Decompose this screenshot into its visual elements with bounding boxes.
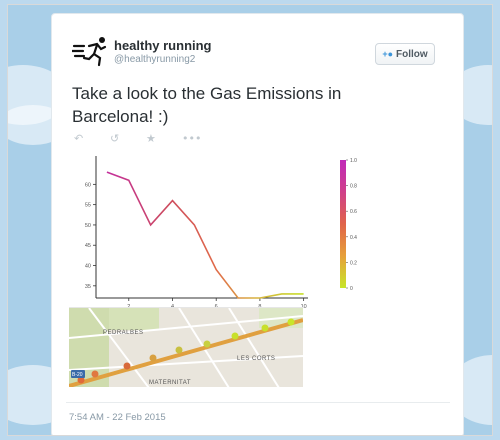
map-label-maternitat: MATERNITAT (149, 380, 191, 386)
favorite-icon[interactable]: ★ (146, 132, 182, 145)
y-tick-label: 35 (85, 284, 91, 290)
map-label-pedralbes: PEDRALBES (103, 330, 144, 336)
tweet-timestamp[interactable]: 7:54 AM - 22 Feb 2015 (69, 412, 166, 423)
colorbar-tick-label: 0 (350, 286, 353, 292)
follow-button[interactable]: +● Follow (375, 43, 435, 65)
colorbar-tick-label: 0.8 (350, 184, 357, 190)
emissions-chart: 3540455055602 4 6 8 10 00.20.40.60.81.0 (85, 156, 357, 310)
map-road-badge: B-20 (72, 372, 83, 378)
more-icon[interactable]: ••• (182, 132, 218, 145)
gas-emissions-map[interactable]: PEDRALBES LES CORTS MATERNITAT B-20 (69, 307, 303, 387)
colorbar-tick-label: 1.0 (350, 158, 357, 164)
tweet-card: healthy running @healthyrunning2 +● Foll… (51, 13, 464, 435)
retweet-icon[interactable]: ↺ (110, 132, 146, 145)
follow-label: Follow (396, 48, 428, 60)
tweet-text: Take a look to the Gas Emissions in Barc… (72, 84, 342, 126)
avatar[interactable] (70, 34, 112, 74)
reply-icon[interactable]: ↶ (74, 132, 110, 145)
user-handle[interactable]: @healthyrunning2 (114, 54, 195, 65)
colorbar-tick-label: 0.2 (350, 260, 357, 266)
colorbar-tick-label: 0.6 (350, 209, 357, 215)
emissions-line (106, 171, 304, 299)
tweet-actions: ↶ ↺ ★ ••• (74, 132, 218, 145)
background-frame: healthy running @healthyrunning2 +● Foll… (7, 4, 493, 436)
y-tick-label: 45 (85, 243, 91, 249)
y-tick-label: 40 (85, 264, 91, 270)
runner-icon (70, 37, 107, 67)
display-name[interactable]: healthy running (114, 38, 212, 53)
divider (66, 402, 450, 403)
y-tick-label: 55 (85, 203, 91, 209)
add-user-icon: +● (382, 49, 394, 59)
map-image: PEDRALBES LES CORTS MATERNITAT B-20 (69, 308, 303, 387)
colorbar-scale (340, 160, 346, 288)
y-tick-label: 60 (85, 182, 91, 188)
colorbar-tick-label: 0.4 (350, 235, 357, 241)
y-tick-label: 50 (85, 223, 91, 229)
map-label-les-corts: LES CORTS (237, 356, 275, 362)
